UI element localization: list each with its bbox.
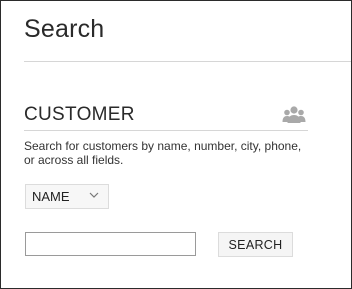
chevron-down-icon [89, 192, 99, 198]
search-button[interactable]: SEARCH [218, 232, 293, 257]
customers-group-icon [282, 106, 306, 123]
search-input[interactable] [25, 232, 196, 256]
search-field-selected-value: NAME [32, 189, 70, 204]
page-title: Search [24, 15, 105, 43]
section-description: Search for customers by name, number, ci… [24, 139, 302, 167]
search-field-select[interactable]: NAME [25, 184, 109, 209]
section-title: CUSTOMER [24, 104, 135, 125]
title-divider [24, 61, 351, 62]
search-panel: Search CUSTOMER Search for customers by … [0, 0, 352, 289]
section-divider [24, 130, 308, 131]
